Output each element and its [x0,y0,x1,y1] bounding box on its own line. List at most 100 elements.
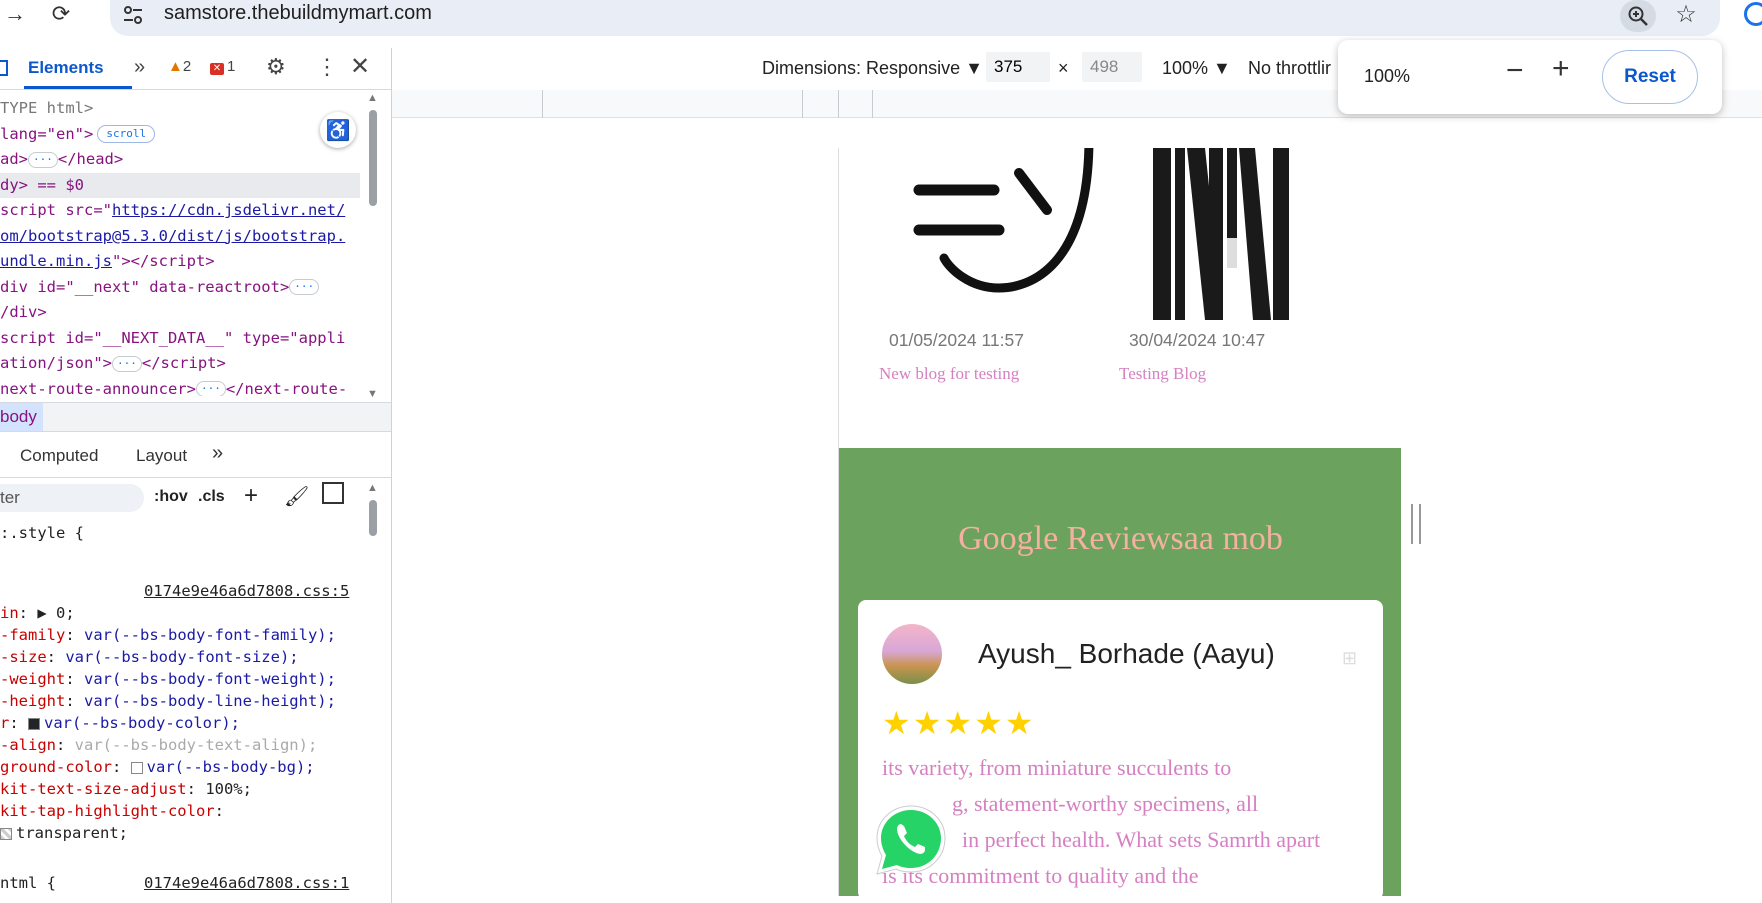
height-input[interactable]: 498 [1082,52,1142,82]
css-rule[interactable]: in: ▶ 0; [0,602,75,624]
width-input[interactable]: 375 [986,52,1050,82]
device-toggle-icon[interactable] [0,60,8,76]
styles-scrollbar[interactable]: ▲ [366,482,380,542]
tab-computed[interactable]: Computed [20,446,98,466]
css-rule[interactable]: -weight: var(--bs-body-font-weight); [0,668,336,690]
script-src-link-cont[interactable]: om/bootstrap@5.3.0/dist/js/bootstrap. [0,227,345,245]
errors-badge[interactable]: ✕ 1 [210,58,235,75]
dom-node[interactable]: script id="__NEXT_DATA__" type="appli [0,326,360,352]
scroll-badge[interactable]: scroll [97,125,156,143]
css-prop: r [0,714,10,732]
head-tag: ad> [0,150,28,168]
styles-subtabs: Computed Layout » [0,432,391,478]
dom-node[interactable]: ation/json"> ··· </script> [0,351,360,377]
throttling-dropdown[interactable]: No throttlir [1248,58,1331,79]
reviewer-name: Ayush_ Borhade (Aayu) [978,638,1275,669]
style-source-link[interactable]: 0174e9e46a6d7808.css:5 [144,580,349,602]
zoom-in-icon[interactable] [1620,0,1656,32]
device-viewport[interactable]: 01/05/2024 11:57 New blog for testing 30… [838,148,1401,896]
css-rule[interactable]: ground-color: var(--bs-body-bg); [0,756,315,778]
dom-node[interactable]: next-route-announcer> ··· </next-route- [0,377,360,396]
zoom-reset-button[interactable]: Reset [1602,50,1698,104]
active-tab-indicator [24,86,132,89]
styles-pane[interactable]: :.style { 0174e9e46a6d7808.css:5 in: ▶ 0… [0,522,366,903]
css-rule[interactable]: r: var(--bs-body-color); [0,712,240,734]
more-subtabs-icon[interactable]: » [212,442,223,465]
css-rule[interactable]: kit-text-size-adjust: 100%; [0,778,252,800]
blog-card[interactable]: 01/05/2024 11:57 New blog for testing [879,148,1094,448]
html-rule[interactable]: ntml { [0,872,56,894]
scroll-down-icon[interactable]: ▼ [367,388,378,400]
dom-tree[interactable]: TYPE html> lang="en"> scroll ad> ··· </head… [0,96,360,396]
dom-node[interactable]: undle.min.js"></script> [0,249,360,275]
collapsed-ellipsis[interactable]: ··· [289,279,320,295]
color-swatch[interactable] [28,717,41,730]
script-src-link[interactable]: https://cdn.jsdelivr.net/ [112,201,345,219]
dom-node[interactable]: div id="__next" data-reactroot> ··· [0,275,360,301]
accessibility-icon[interactable]: ♿ [320,112,356,148]
close-icon[interactable]: ✕ [350,52,370,81]
arrow-forward-icon[interactable]: → [0,0,30,28]
paint-brush-icon[interactable]: 🖌 [284,484,309,509]
blog-card[interactable]: 30/04/2024 10:47 Testing Blog [1119,148,1319,448]
css-val: 100%; [205,780,252,798]
hov-toggle[interactable]: :hov [154,488,188,506]
review-line: in perfect health. What sets Samrth apar… [962,827,1321,852]
bookmark-star-icon[interactable]: ☆ [1670,0,1702,28]
dom-node[interactable]: ad> ··· </head> [0,147,360,173]
more-options-icon[interactable]: ⋮ [316,54,338,80]
zoom-in-button[interactable]: + [1552,52,1570,86]
warnings-badge[interactable]: ▲2 [168,58,191,75]
scrollbar-thumb[interactable] [369,500,377,536]
blog-title-link[interactable]: Testing Blog [1119,364,1206,384]
dom-node-selected[interactable]: dy> == $0 [0,172,360,198]
settings-gear-icon[interactable]: ⚙ [266,54,286,80]
css-rule[interactable]: transparent; [0,822,128,844]
scroll-up-icon[interactable]: ▲ [367,482,378,494]
site-settings-icon[interactable] [122,4,144,26]
profile-icon[interactable] [1744,2,1762,26]
css-rule[interactable]: -family: var(--bs-body-font-family); [0,624,336,646]
zoom-dropdown[interactable]: 100% ▼ [1162,58,1231,79]
address-bar[interactable]: samstore.thebuildmymart.com [110,0,1720,36]
cls-toggle[interactable]: .cls [198,488,225,506]
color-swatch[interactable] [130,761,143,774]
div-close: /div> [0,303,47,321]
zoom-out-button[interactable]: − [1506,54,1524,88]
dom-node[interactable]: lang="en"> scroll [0,122,360,148]
collapsed-ellipsis[interactable]: ··· [111,355,142,372]
dimensions-dropdown[interactable]: Dimensions: Responsive ▼ [762,58,983,79]
breadcrumb-body[interactable]: body [0,403,43,431]
script-src-link-end[interactable]: undle.min.js [0,252,112,270]
css-rule[interactable]: kit-tap-highlight-color: [0,800,224,822]
collapsed-ellipsis[interactable]: ··· [195,381,226,396]
color-swatch[interactable] [0,827,12,840]
viewport-resize-handle[interactable] [1411,504,1421,544]
css-rule[interactable]: -size: var(--bs-body-font-size); [0,646,299,668]
sidebar-toggle-icon[interactable] [322,482,344,504]
blog-title-link[interactable]: New blog for testing [879,364,1019,384]
tab-layout[interactable]: Layout [136,446,187,466]
scrollbar-thumb[interactable] [369,110,377,206]
google-logo-icon: ⊞ [1342,648,1358,668]
new-rule-plus-icon[interactable]: + [244,482,258,510]
element-style-rule[interactable]: :.style { [0,522,84,544]
scroll-up-icon[interactable]: ▲ [367,92,378,104]
dom-node[interactable]: TYPE html> [0,96,360,122]
dom-scrollbar[interactable]: ▲ ▼ [366,92,380,402]
css-rule[interactable]: -align: var(--bs-body-text-align); [0,734,317,756]
dom-node[interactable]: om/bootstrap@5.3.0/dist/js/bootstrap. [0,224,360,250]
filter-input[interactable]: ter [0,484,144,512]
more-tabs-icon[interactable]: » [134,56,145,79]
whatsapp-icon[interactable] [871,800,951,880]
reload-icon[interactable]: ⟳ [46,0,76,28]
url-text[interactable]: samstore.thebuildmymart.com [164,2,432,25]
dom-node[interactable]: script src="https://cdn.jsdelivr.net/ [0,198,360,224]
review-text: its variety, from miniature succulents t… [882,750,1372,894]
dom-node[interactable]: /div> [0,300,360,326]
tab-elements[interactable]: Elements [28,58,104,78]
collapsed-ellipsis[interactable]: ··· [28,151,58,168]
css-val: var(--bs-body-font-size); [65,648,299,666]
css-rule[interactable]: -height: var(--bs-body-line-height); [0,690,336,712]
style-source-link[interactable]: 0174e9e46a6d7808.css:1 [144,872,349,894]
